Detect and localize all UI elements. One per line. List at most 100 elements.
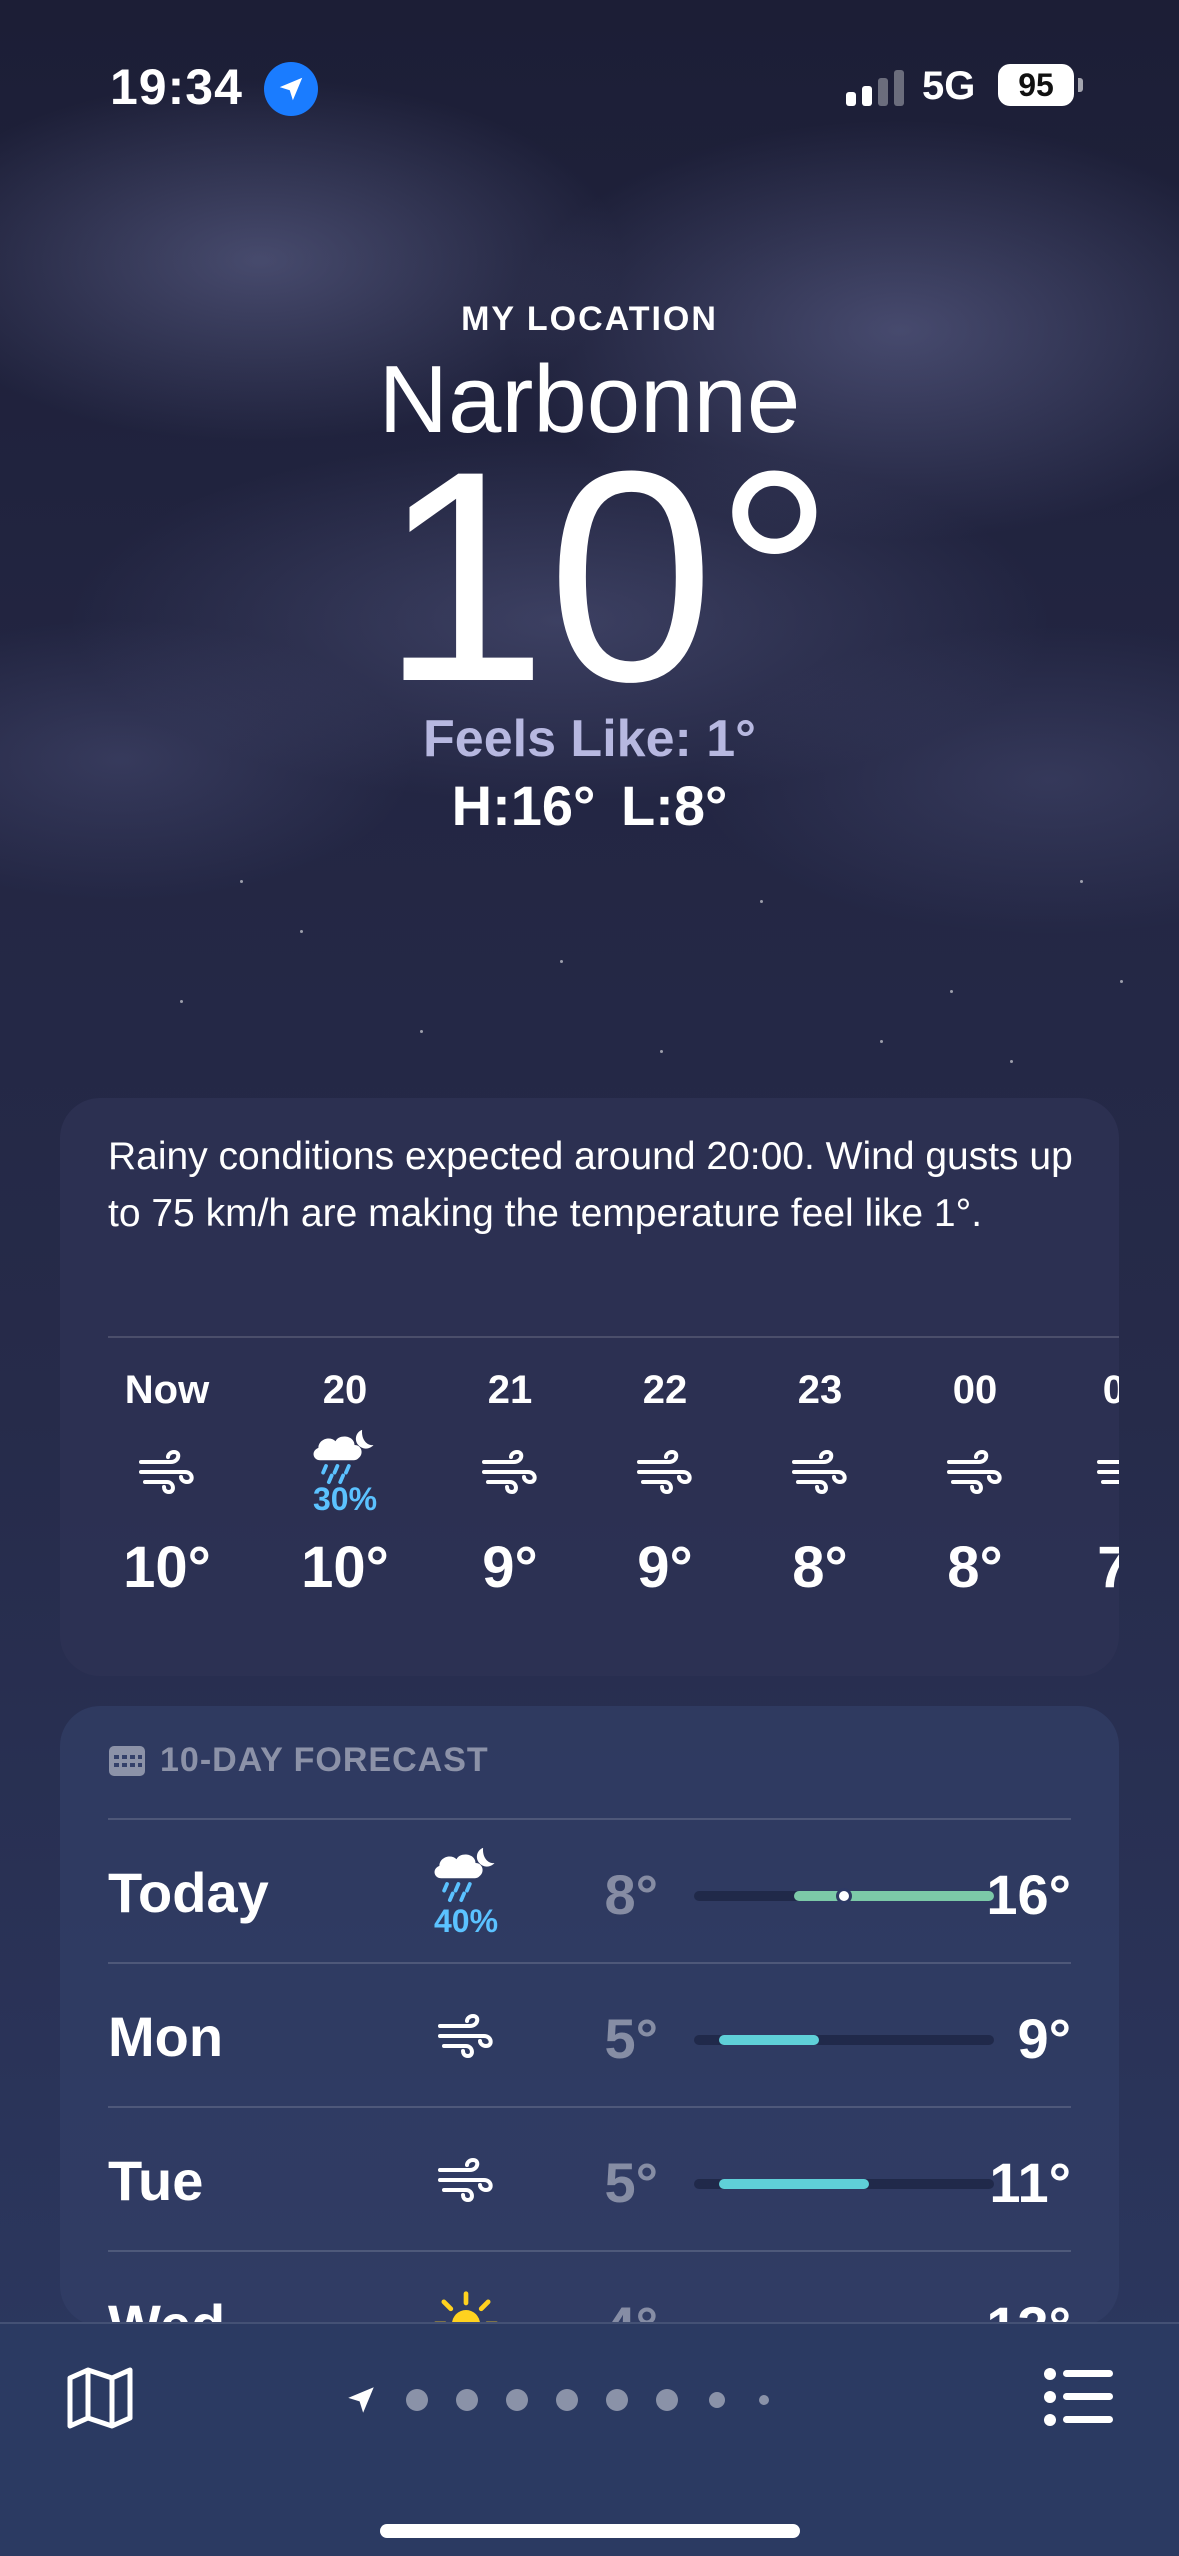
sun-icon	[408, 2272, 524, 2326]
wind-icon	[408, 1984, 524, 2088]
list-icon	[1044, 2368, 1113, 2426]
forecast-title: 10-DAY FORECAST	[160, 1740, 489, 1779]
ten-day-forecast-card[interactable]: 10-DAY FORECAST Today 40% 8° 16° Mon 5° 9° Tue 5…	[60, 1706, 1119, 2326]
high-temperature: 9°	[1017, 2007, 1071, 2070]
cellular-signal-icon	[846, 70, 906, 106]
hour-temperature: 10°	[301, 1535, 389, 1600]
temperature-range-fill	[794, 1891, 994, 1901]
locations-list-button[interactable]	[1043, 2364, 1115, 2430]
forecast-row[interactable]: Mon 5° 9°	[108, 1964, 1071, 2108]
hour-label: 01	[1102, 1368, 1119, 1412]
high-temperature: 11°	[989, 2151, 1071, 2214]
star	[880, 1040, 883, 1043]
hour-temperature: 10°	[123, 1535, 211, 1600]
star	[1010, 1060, 1013, 1063]
hour-label: 20	[322, 1368, 368, 1412]
page-dot[interactable]	[709, 2392, 725, 2408]
temperature-range-bar	[694, 2035, 994, 2045]
forecast-row[interactable]: Tue 5° 11°	[108, 2108, 1071, 2252]
day-name: Mon	[108, 2005, 224, 2068]
day-name: Today	[108, 1861, 269, 1924]
wind-icon	[765, 1426, 875, 1518]
battery-tip	[1078, 78, 1083, 92]
status-time: 19:34	[110, 59, 243, 115]
current-temperature-dot	[836, 1888, 852, 1904]
forecast-row[interactable]: Wed4°13°	[108, 2252, 1071, 2326]
hour-column: 21 9°	[455, 1368, 565, 1601]
wind-icon	[1070, 1426, 1119, 1518]
hour-temperature: 8°	[792, 1535, 848, 1600]
current-conditions: MY LOCATION Narbonne 10° Feels Like: 1° …	[0, 300, 1179, 838]
location-label: MY LOCATION	[461, 300, 718, 338]
hour-label: 21	[487, 1368, 533, 1412]
low-temperature: 5°	[604, 2151, 658, 2214]
star	[1120, 980, 1123, 983]
star	[420, 1030, 423, 1033]
low-temperature: 5°	[604, 2007, 658, 2070]
status-bar: 19:34 5G 95	[0, 58, 1179, 118]
hour-label: 22	[642, 1368, 688, 1412]
hour-column: 01 7°	[1070, 1368, 1119, 1601]
hour-temperature: 7°	[1097, 1535, 1119, 1600]
temperature-range-fill	[719, 2179, 869, 2189]
location-services-icon	[264, 62, 318, 116]
forecast-row[interactable]: Today 40% 8° 16°	[108, 1820, 1071, 1964]
star	[560, 960, 563, 963]
bottom-toolbar	[0, 2322, 1179, 2556]
page-dot[interactable]	[406, 2389, 428, 2411]
high-low: H:16° L:8°	[451, 774, 728, 837]
hour-column: 22 9°	[610, 1368, 720, 1601]
star	[300, 930, 303, 933]
temperature-range-fill	[719, 2035, 819, 2045]
hourly-strip[interactable]: Now 10° 20 30% 10° 21 9° 22 9° 23 8° 00 8° 01 7°	[108, 1368, 1119, 1648]
precip-chance: 40%	[433, 1903, 499, 1939]
wind-icon	[455, 1426, 565, 1518]
star	[240, 880, 243, 883]
feels-like: Feels Like: 1°	[423, 710, 756, 768]
map-button[interactable]	[64, 2362, 136, 2434]
wind-icon	[112, 1426, 222, 1518]
star	[950, 990, 953, 993]
hourly-forecast-card[interactable]: Rainy conditions expected around 20:00. …	[60, 1098, 1119, 1676]
hour-label: 23	[797, 1368, 843, 1412]
precip-chance: 30%	[312, 1481, 378, 1517]
wind-icon	[920, 1426, 1030, 1518]
high-temperature: 16°	[986, 1863, 1071, 1926]
divider	[108, 1336, 1119, 1338]
hour-column: 23 8°	[765, 1368, 875, 1601]
battery-level: 95	[1018, 66, 1054, 103]
hour-label: Now	[124, 1368, 210, 1412]
day-name: Tue	[108, 2149, 204, 2212]
star	[760, 900, 763, 903]
wind-icon	[610, 1426, 720, 1518]
temperature-range-bar	[694, 1888, 994, 1904]
page-dot[interactable]	[556, 2389, 578, 2411]
current-temperature: 10°	[380, 408, 835, 744]
home-indicator	[380, 2524, 800, 2538]
calendar-icon	[109, 1746, 145, 1776]
hour-label: 00	[952, 1368, 998, 1412]
hour-temperature: 9°	[637, 1535, 693, 1600]
page-dot[interactable]	[456, 2389, 478, 2411]
hour-temperature: 8°	[947, 1535, 1003, 1600]
forecast-header: 10-DAY FORECAST	[108, 1740, 489, 1780]
cloud-moon-rain-icon: 30%	[290, 1426, 400, 1518]
map-icon	[67, 2367, 133, 2429]
hour-column: 00 8°	[920, 1368, 1030, 1601]
star	[1080, 880, 1083, 883]
wind-icon	[408, 2128, 524, 2232]
network-type: 5G	[922, 64, 976, 108]
page-dot[interactable]	[759, 2395, 769, 2405]
hour-column: Now 10°	[112, 1368, 222, 1601]
page-dot[interactable]	[656, 2389, 678, 2411]
low-temperature: 8°	[604, 1863, 658, 1926]
hour-temperature: 9°	[482, 1535, 538, 1600]
star	[180, 1000, 183, 1003]
page-dot[interactable]	[506, 2389, 528, 2411]
star	[660, 1050, 663, 1053]
day-name: Wed	[108, 2293, 226, 2326]
page-indicator[interactable]	[344, 2380, 797, 2420]
current-location-page-icon	[348, 2387, 374, 2413]
page-dot[interactable]	[606, 2389, 628, 2411]
hour-column: 20 30% 10°	[290, 1368, 400, 1601]
